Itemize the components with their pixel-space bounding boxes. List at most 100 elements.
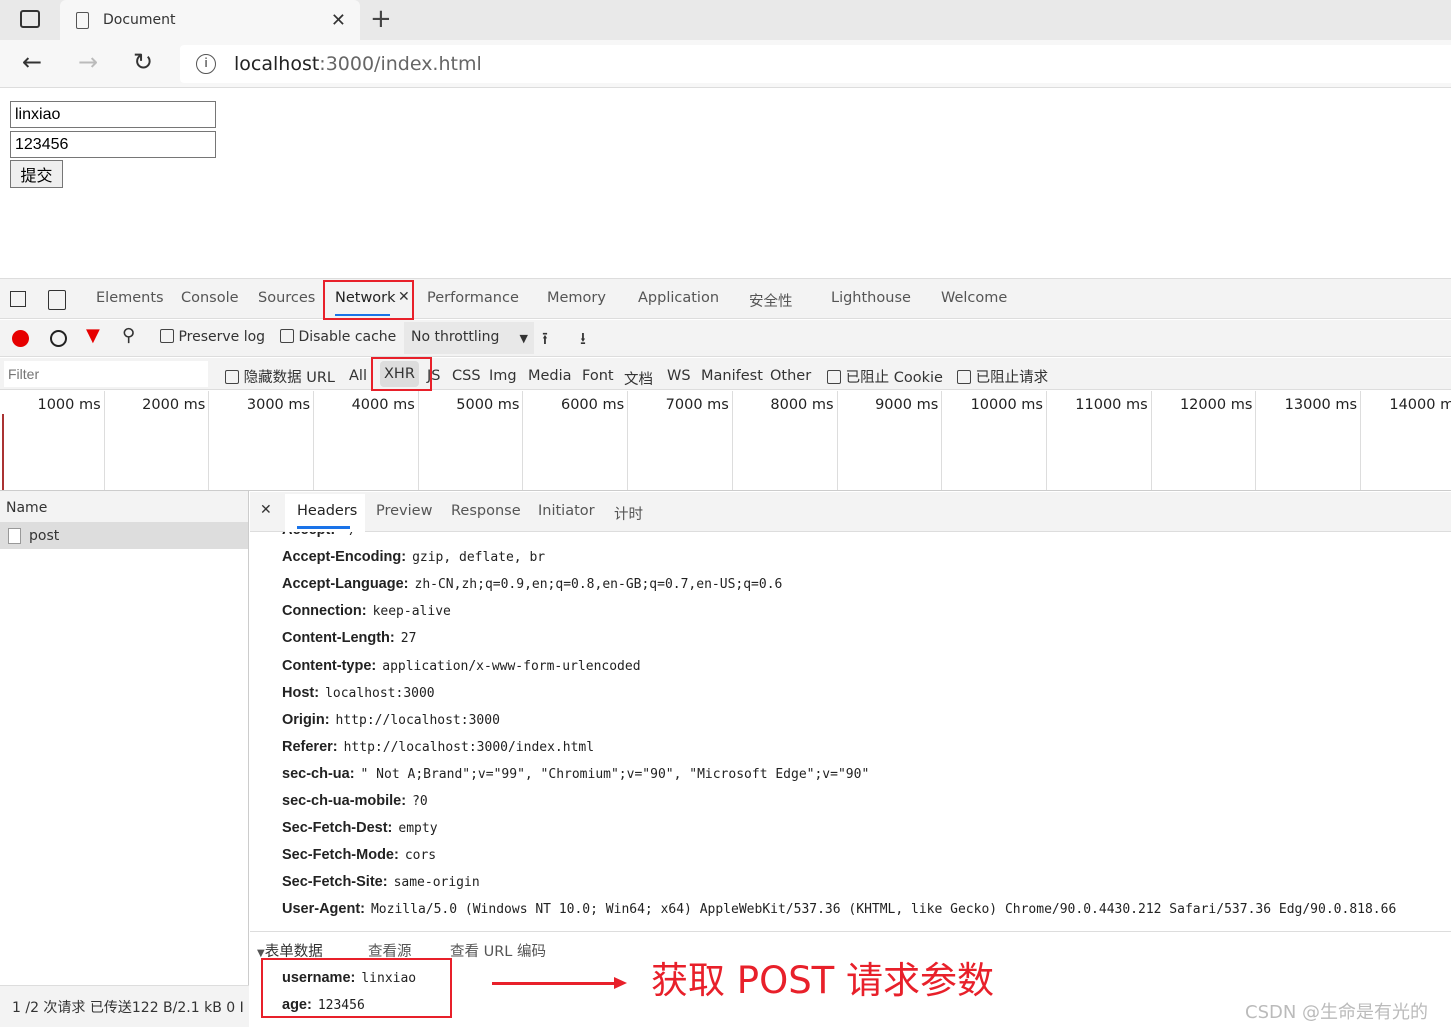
header-value: zh-CN,zh;q=0.9,en;q=0.8,en-GB;q=0.7,en-U… [414,577,783,593]
header-row: Content-Length: 27 [282,630,416,646]
tab-actions-icon[interactable] [20,10,40,28]
tab-title: Document [103,12,176,28]
highlight-box [323,280,414,320]
highlight-box [371,357,432,391]
type-doc[interactable]: 文档 [624,368,653,389]
header-key: Accept-Language: [282,576,409,593]
device-toolbar-icon[interactable] [48,290,66,310]
header-row: sec-ch-ua: " Not A;Brand";v="99", "Chromi… [282,766,869,782]
record-icon[interactable] [12,330,29,347]
tab-application[interactable]: Application [638,290,719,306]
tab-initiator[interactable]: Initiator [538,503,595,519]
header-key: Sec-Fetch-Mode: [282,847,399,864]
timeline-tick: 4000 ms [314,391,419,490]
export-har-icon[interactable]: ⭳ [580,326,586,355]
timeline-tick: 12000 ms [1152,391,1257,490]
forward-icon[interactable]: → [78,48,98,76]
header-key: Origin: [282,711,330,728]
view-url-encoded-link[interactable]: 查看 URL 编码 [450,940,546,961]
header-key: sec-ch-ua-mobile: [282,793,407,809]
header-row: sec-ch-ua-mobile: ?0 [282,793,428,809]
tab-performance[interactable]: Performance [427,290,519,306]
throttling-select[interactable]: No throttling ▼ [404,322,534,354]
reload-icon[interactable]: ↻ [133,48,153,76]
filter-icon[interactable]: ▼ [86,325,100,346]
request-row[interactable]: post [0,523,248,549]
header-value: http://localhost:3000/index.html [343,739,595,755]
blocked-cookies-checkbox[interactable]: 已阻止 Cookie [827,366,943,387]
close-detail-icon[interactable]: ✕ [260,502,272,518]
type-all[interactable]: All [349,368,367,384]
timeline-tick: 1000 ms [0,391,105,490]
type-manifest[interactable]: Manifest [701,368,763,384]
browser-tab[interactable]: Document ✕ [60,0,360,40]
header-value: http://localhost:3000 [335,712,500,728]
type-ws[interactable]: WS [667,368,691,384]
type-img[interactable]: Img [489,368,517,384]
tab-security[interactable]: 安全性 [749,290,793,311]
blocked-requests-checkbox[interactable]: 已阻止请求 [957,366,1048,387]
header-key: Accept: [282,532,335,538]
header-key: Connection: [282,603,367,620]
preserve-log-checkbox[interactable]: Preserve log [160,329,265,345]
header-row: User-Agent: Mozilla/5.0 (Windows NT 10.0;… [282,901,1396,917]
type-css[interactable]: CSS [452,368,481,384]
header-value: keep-alive [372,604,451,620]
url-path: :3000/index.html [319,53,482,75]
type-other[interactable]: Other [770,368,811,384]
hide-data-urls-checkbox[interactable]: 隐藏数据 URL [225,366,335,387]
inspect-element-icon[interactable] [10,291,26,307]
search-icon[interactable]: ⚲ [122,325,135,346]
tab-elements[interactable]: Elements [96,290,164,306]
browser-tab-strip: Document ✕ + [0,0,1451,40]
tab-memory[interactable]: Memory [547,290,606,306]
highlight-box [261,958,452,1018]
tab-lighthouse[interactable]: Lighthouse [831,290,911,306]
disable-cache-checkbox[interactable]: Disable cache [280,329,396,345]
timeline-tick: 6000 ms [524,391,629,490]
type-js[interactable]: JS [427,368,440,384]
header-row: Sec-Fetch-Site: same-origin [282,874,480,890]
header-value: gzip, deflate, br [412,550,546,566]
filter-input[interactable] [4,361,208,387]
header-value: empty [398,821,438,837]
tab-preview[interactable]: Preview [376,503,432,519]
tab-console[interactable]: Console [181,290,239,306]
timeline-tick: 5000 ms [419,391,524,490]
type-media[interactable]: Media [528,368,572,384]
close-tab-icon[interactable]: ✕ [331,10,346,31]
timeline-tick: 14000 ms [1361,391,1451,490]
header-key: Sec-Fetch-Site: [282,874,388,891]
timeline-tick: 11000 ms [1047,391,1152,490]
header-row: Sec-Fetch-Dest: empty [282,820,438,836]
import-har-icon[interactable]: ⭱ [542,326,548,355]
submit-button[interactable]: 提交 [10,160,63,188]
header-row: Origin: http://localhost:3000 [282,712,500,728]
header-row: Referer: http://localhost:3000/index.html [282,739,594,755]
type-font[interactable]: Font [582,368,614,384]
username-input[interactable] [10,101,216,128]
clear-icon[interactable] [50,330,67,347]
header-key: Content-type: [282,657,377,674]
tab-response[interactable]: Response [451,503,521,519]
info-icon[interactable]: i [196,54,216,74]
tab-timing[interactable]: 计时 [614,503,643,524]
tab-sources[interactable]: Sources [258,290,315,306]
tab-welcome[interactable]: Welcome [941,290,1007,306]
header-row: Connection: keep-alive [282,603,451,619]
header-value: localhost:3000 [325,685,435,701]
header-row: Accept-Language: zh-CN,zh;q=0.9,en;q=0.8,… [282,576,782,592]
page-icon [76,11,89,29]
arrow-head-icon [614,977,627,989]
back-icon[interactable]: ← [22,48,42,76]
request-list: Name post 1 /2 次请求 已传送122 B/2.1 kB 0 I [0,491,249,1027]
password-input[interactable] [10,131,216,158]
new-tab-icon[interactable]: + [370,4,392,34]
header-row: Sec-Fetch-Mode: cors [282,847,436,863]
header-key: Referer: [282,738,338,755]
header-row: Content-type: application/x-www-form-urle… [282,658,641,674]
timeline-tick: 2000 ms [105,391,210,490]
url-field[interactable]: i localhost:3000/index.html [180,45,1451,83]
tab-headers[interactable]: Headers [297,503,357,519]
name-column-header[interactable]: Name [0,491,248,523]
